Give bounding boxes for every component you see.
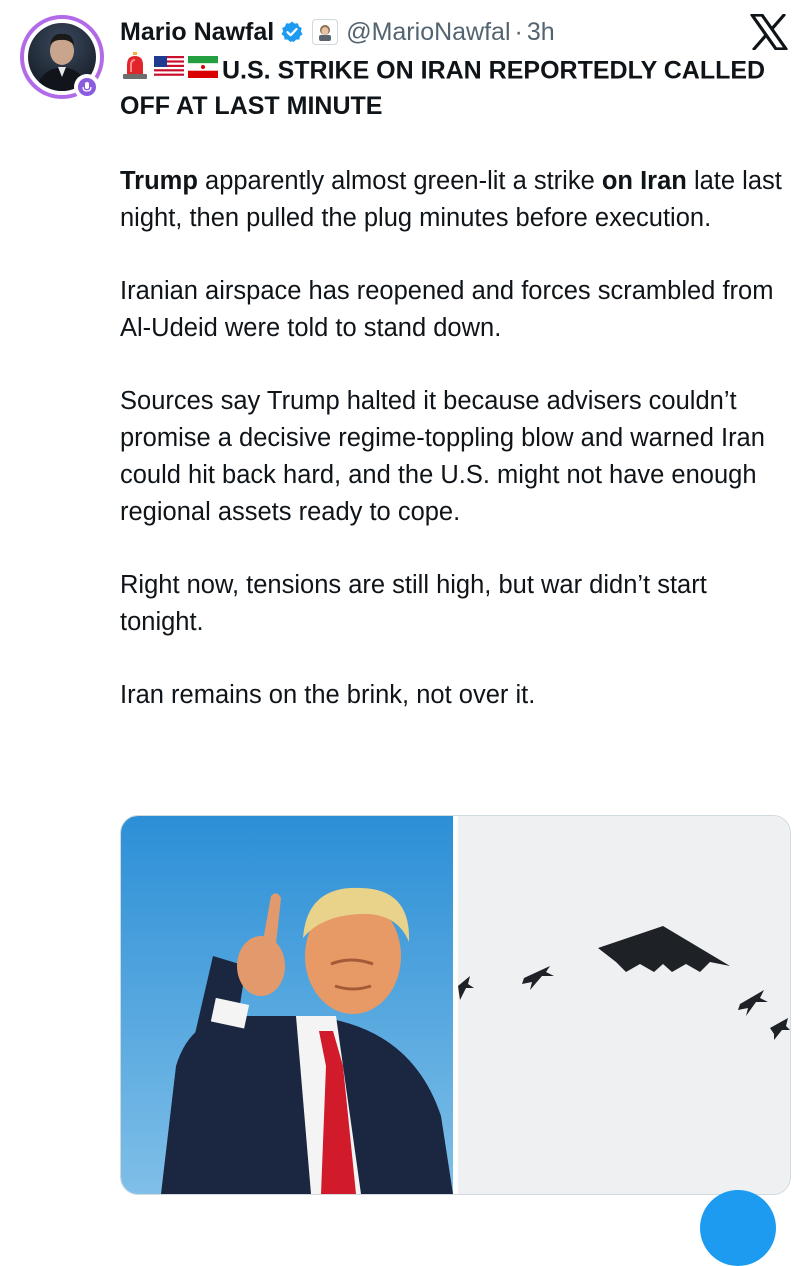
avatar-status-badge (74, 74, 100, 100)
post-headline: U.S. STRIKE ON IRAN REPORTEDLY CALLED OF… (120, 52, 790, 122)
media-image-bomber-jets[interactable] (458, 816, 790, 1194)
strong-trump: Trump (120, 167, 198, 195)
paragraph-2: Iranian airspace has reopened and forces… (120, 277, 774, 342)
affiliate-badge-icon[interactable] (312, 19, 339, 45)
separator-dot: · (514, 17, 523, 46)
strong-on-iran: on Iran (601, 167, 687, 195)
media-grid (120, 815, 791, 1195)
us-flag-icon (154, 54, 184, 86)
paragraph-1: Trump apparently almost green-lit a stri… (120, 163, 792, 237)
post-timestamp[interactable]: 3h (527, 18, 555, 47)
author-name[interactable]: Mario Nawfal (120, 18, 274, 47)
paragraph-3: Sources say Trump halted it because advi… (120, 387, 765, 526)
paragraph-4: Right now, tensions are still high, but … (120, 571, 707, 636)
post-header: Mario Nawfal @MarioNawfal · 3h (120, 12, 555, 52)
mic-icon (78, 78, 96, 96)
author-handle[interactable]: @MarioNawfal (346, 18, 510, 47)
x-logo-icon[interactable] (750, 13, 788, 51)
p1-text: apparently almost green-lit a strike (197, 167, 602, 195)
compose-button[interactable] (700, 1190, 776, 1266)
media-image-trump-pointing[interactable] (121, 816, 453, 1194)
paragraph-5: Iran remains on the brink, not over it. (120, 681, 536, 709)
rotating-light-icon (120, 52, 150, 88)
iran-flag-icon (188, 54, 218, 86)
post-body: Trump apparently almost green-lit a stri… (120, 163, 792, 750)
verified-badge-icon[interactable] (280, 20, 304, 44)
